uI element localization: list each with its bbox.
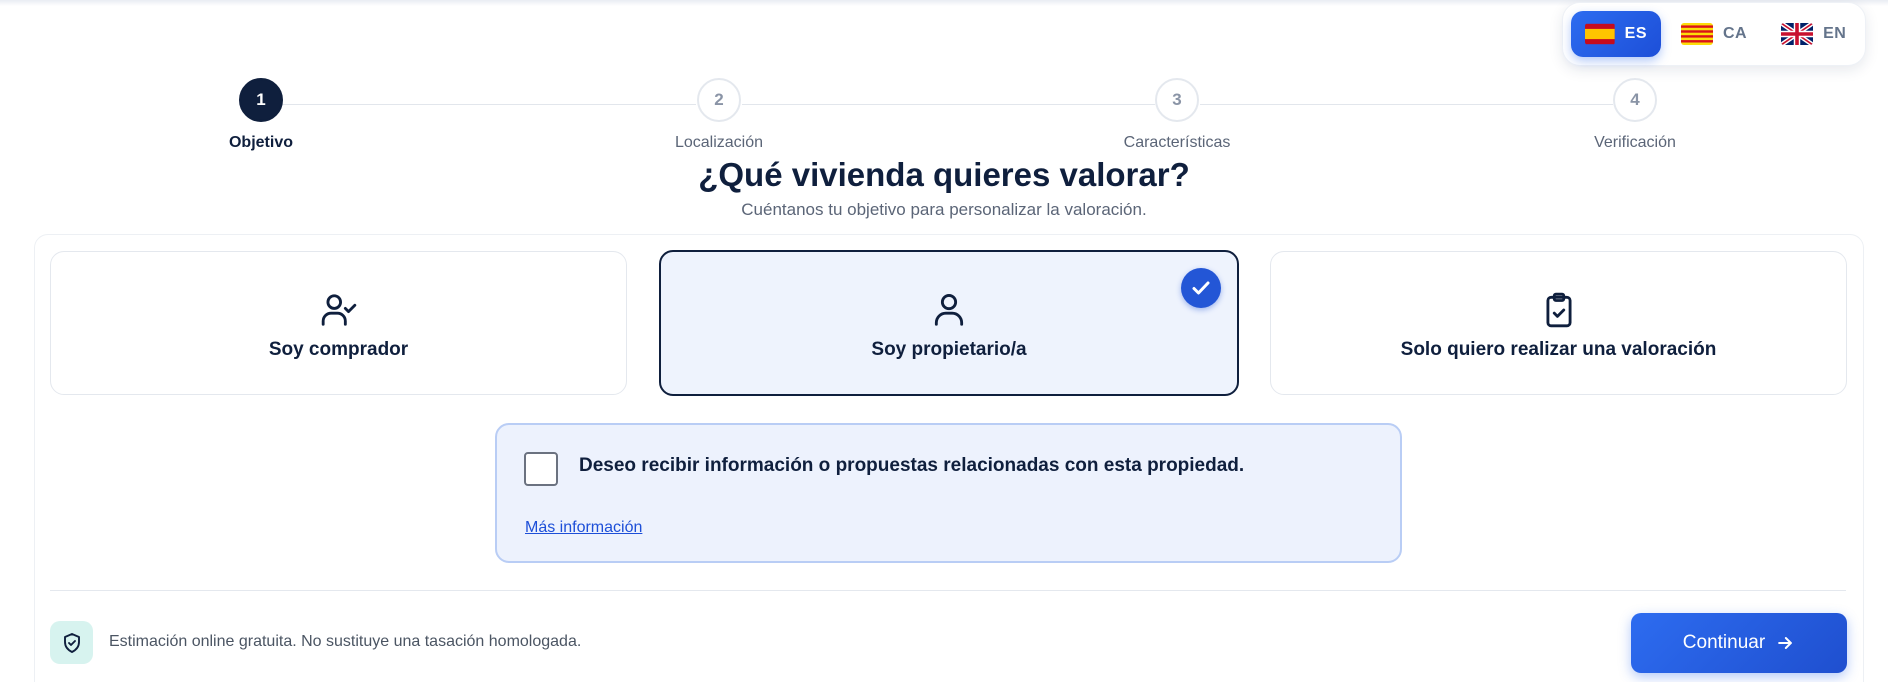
step-connector	[742, 104, 1155, 105]
option-label: Soy comprador	[268, 339, 409, 360]
step-verificacion: 4 Verificación	[1555, 78, 1715, 152]
valuation-wizard-page: ES CA EN 1 Objetivo 2 Localización 3 Car…	[0, 0, 1888, 682]
option-label: Solo quiero realizar una valoración	[1400, 339, 1717, 360]
step-connector	[1200, 104, 1613, 105]
step-objetivo: 1 Objetivo	[181, 78, 341, 152]
option-solo-valoracion[interactable]: Solo quiero realizar una valoración	[1270, 251, 1847, 395]
more-info-link[interactable]: Más información	[525, 519, 642, 537]
step-label: Características	[1123, 134, 1231, 151]
step-caracteristicas: 3 Características	[1097, 78, 1257, 152]
consent-text: Deseo recibir información o propuestas r…	[579, 455, 1245, 476]
step-number: 3	[1155, 78, 1199, 122]
language-en-button[interactable]: EN	[1767, 11, 1860, 57]
disclaimer-text: Estimación online gratuita. No sustituye…	[109, 633, 582, 650]
continue-button[interactable]: Continuar	[1631, 613, 1847, 673]
spain-flag-icon	[1585, 23, 1615, 45]
language-es-label: ES	[1624, 25, 1647, 42]
language-switcher: ES CA EN	[1562, 2, 1866, 66]
uk-flag-icon	[1781, 23, 1814, 45]
step-localizacion: 2 Localización	[639, 78, 799, 152]
arrow-right-icon	[1778, 637, 1793, 649]
footer-divider	[50, 590, 1846, 591]
shield-check-icon	[50, 621, 93, 664]
page-title: ¿Qué vivienda quieres valorar?	[698, 156, 1190, 193]
language-ca-label: CA	[1723, 25, 1748, 42]
step-connector	[283, 104, 696, 105]
option-propietario[interactable]: Soy propietario/a	[659, 250, 1239, 396]
consent-box: Deseo recibir información o propuestas r…	[495, 423, 1402, 563]
language-ca-button[interactable]: CA	[1667, 11, 1761, 57]
option-comprador[interactable]: Soy comprador	[50, 251, 627, 395]
step-label: Objetivo	[228, 134, 293, 151]
consent-checkbox[interactable]	[524, 452, 558, 486]
step-number: 1	[239, 78, 283, 122]
user-check-icon	[321, 294, 356, 326]
step-label: Localización	[674, 134, 764, 151]
step-label: Verificación	[1594, 134, 1676, 151]
step-number: 4	[1613, 78, 1657, 122]
clipboard-check-icon	[1545, 292, 1572, 328]
page-subtitle: Cuéntanos tu objetivo para personalizar …	[741, 200, 1147, 219]
selected-check-icon	[1181, 268, 1221, 308]
language-es-button[interactable]: ES	[1571, 11, 1661, 57]
catalonia-flag-icon	[1681, 23, 1713, 45]
continue-label: Continuar	[1682, 632, 1766, 653]
option-label: Soy propietario/a	[871, 339, 1027, 360]
step-number: 2	[697, 78, 741, 122]
user-icon	[934, 294, 964, 326]
progress-stepper: 1 Objetivo 2 Localización 3 Característi…	[0, 78, 1888, 158]
language-en-label: EN	[1823, 25, 1847, 42]
